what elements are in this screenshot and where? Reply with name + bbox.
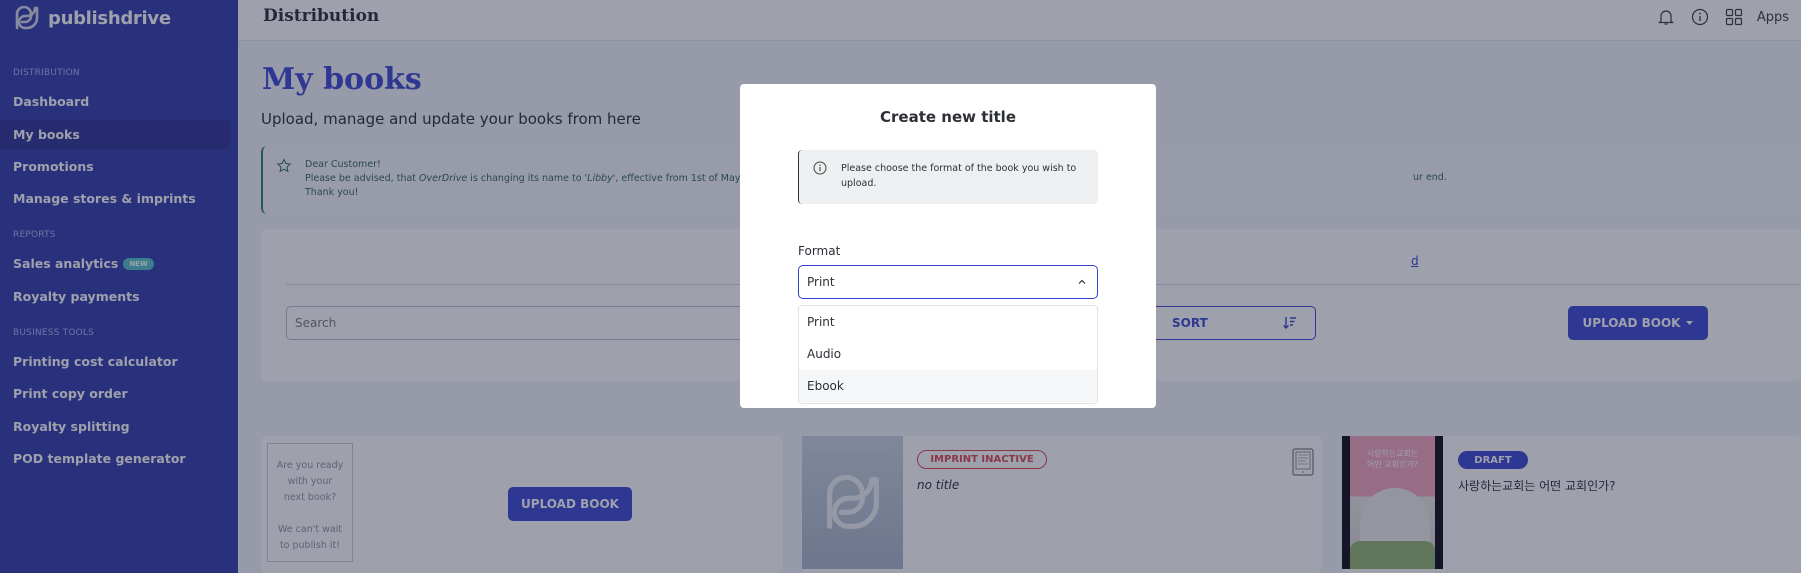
info-circle-icon bbox=[813, 161, 827, 175]
modal-info-box: Please choose the format of the book you… bbox=[798, 150, 1098, 204]
format-option-ebook[interactable]: Ebook bbox=[799, 370, 1097, 402]
format-option-audio[interactable]: Audio bbox=[799, 338, 1097, 370]
format-label: Format bbox=[798, 244, 841, 258]
format-select-value: Print bbox=[807, 275, 835, 289]
create-title-modal: Create new title Please choose the forma… bbox=[740, 84, 1156, 408]
chevron-up-icon bbox=[1078, 279, 1086, 284]
format-dropdown-menu: Print Audio Ebook bbox=[798, 305, 1098, 404]
modal-info-text: Please choose the format of the book you… bbox=[841, 163, 1077, 189]
modal-title: Create new title bbox=[880, 108, 1016, 126]
format-option-print[interactable]: Print bbox=[799, 306, 1097, 338]
format-select[interactable]: Print bbox=[798, 265, 1098, 299]
